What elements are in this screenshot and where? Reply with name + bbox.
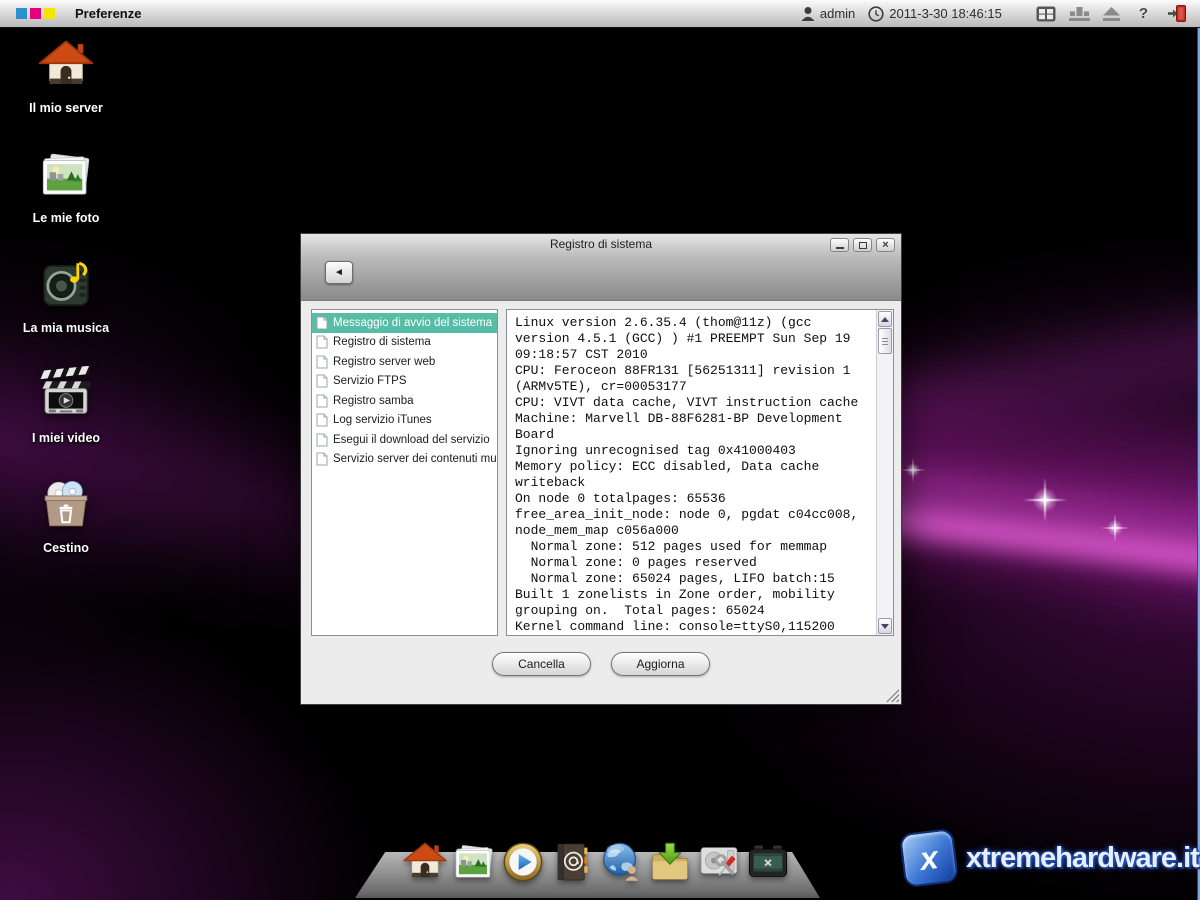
menu-preferenze[interactable]: Preferenze bbox=[75, 6, 141, 21]
scrollbar[interactable] bbox=[876, 310, 893, 635]
dock-network-icon[interactable] bbox=[598, 839, 644, 885]
watermark-text: xtremehardware.it bbox=[966, 842, 1199, 875]
logo-square-blue bbox=[16, 8, 27, 19]
document-icon bbox=[316, 335, 328, 349]
username: admin bbox=[820, 6, 855, 21]
log-list-item-boot-message[interactable]: Messaggio di avvio del sistema bbox=[312, 313, 497, 333]
log-list-item-samba-log[interactable]: Registro samba bbox=[312, 391, 497, 411]
log-list-label: Servizio server dei contenuti multimedia… bbox=[333, 453, 497, 465]
log-list-item-download-service[interactable]: Esegui il download del servizio bbox=[312, 430, 497, 450]
scroll-up-icon bbox=[881, 317, 889, 322]
scrollbar-track[interactable] bbox=[877, 354, 893, 617]
desktop-icon-my-videos[interactable]: I miei video bbox=[12, 366, 120, 476]
desktop-icon-label: I miei video bbox=[32, 431, 100, 445]
log-list-label: Registro server web bbox=[333, 356, 435, 368]
log-list-item-itunes-log[interactable]: Log servizio iTunes bbox=[312, 411, 497, 431]
window-title: Registro di sistema bbox=[301, 237, 901, 251]
desktop-icon-label: Le mie foto bbox=[33, 211, 100, 225]
system-log-window: Registro di sistema × ◄ Messaggio di avv… bbox=[300, 233, 902, 705]
dock-media-player-icon[interactable] bbox=[500, 839, 546, 885]
eject-icon[interactable] bbox=[1103, 7, 1120, 21]
log-list-item-ftps-service[interactable]: Servizio FTPS bbox=[312, 372, 497, 392]
log-list-label: Registro samba bbox=[333, 395, 414, 407]
scroll-down-button[interactable] bbox=[878, 618, 892, 634]
cancel-button[interactable]: Cancella bbox=[492, 652, 591, 676]
window-header[interactable]: Registro di sistema × ◄ bbox=[301, 234, 901, 301]
desktop-icon-my-music[interactable]: La mia musica bbox=[12, 256, 120, 366]
log-list-label: Registro di sistema bbox=[333, 336, 431, 348]
scrollbar-thumb[interactable] bbox=[878, 328, 892, 354]
dock-photos-icon[interactable] bbox=[451, 839, 497, 885]
desktop-icon-label: Cestino bbox=[43, 541, 89, 555]
document-icon bbox=[316, 413, 328, 427]
site-watermark: x xtremehardware.it bbox=[902, 831, 1199, 885]
maximize-icon bbox=[859, 242, 867, 249]
minimize-icon bbox=[836, 247, 844, 249]
apps-grid-icon[interactable] bbox=[1036, 6, 1056, 22]
maximize-button[interactable] bbox=[853, 238, 872, 252]
log-list-label: Servizio FTPS bbox=[333, 375, 407, 387]
sparkle bbox=[1023, 478, 1068, 523]
xtremehardware-logo-icon: x bbox=[899, 828, 959, 888]
document-icon bbox=[316, 316, 328, 330]
dock-media-device-icon[interactable] bbox=[745, 839, 791, 885]
desktop-icon-label: Il mio server bbox=[29, 101, 103, 115]
desktop-icon-label: La mia musica bbox=[23, 321, 109, 335]
user-indicator[interactable]: admin bbox=[801, 6, 855, 21]
document-icon bbox=[316, 452, 328, 466]
minimize-button[interactable] bbox=[830, 238, 849, 252]
desktop-icon-column: Il mio server Le mie foto La mia musica … bbox=[12, 36, 120, 586]
dock bbox=[355, 828, 820, 898]
widgets-icon[interactable] bbox=[1069, 6, 1090, 21]
trash-icon bbox=[37, 476, 95, 534]
log-content-panel: Linux version 2.6.35.4 (thom@11z) (gcc v… bbox=[506, 309, 894, 636]
sparkle bbox=[1101, 514, 1130, 543]
help-button[interactable]: ? bbox=[1133, 5, 1154, 22]
sparkle bbox=[900, 457, 925, 482]
music-icon bbox=[37, 256, 95, 314]
datetime: 2011-3-30 18:46:15 bbox=[889, 6, 1002, 21]
dock-disk-utility-icon[interactable] bbox=[696, 839, 742, 885]
document-icon bbox=[316, 355, 328, 369]
document-icon bbox=[316, 433, 328, 447]
dock-home-icon[interactable] bbox=[402, 839, 448, 885]
refresh-button[interactable]: Aggiorna bbox=[611, 652, 710, 676]
document-icon bbox=[316, 374, 328, 388]
logout-icon[interactable] bbox=[1167, 5, 1186, 22]
back-button[interactable]: ◄ bbox=[325, 261, 353, 284]
log-list-item-media-server[interactable]: Servizio server dei contenuti multimedia… bbox=[312, 450, 497, 470]
log-text: Linux version 2.6.35.4 (thom@11z) (gcc v… bbox=[507, 310, 893, 636]
videos-icon bbox=[37, 366, 95, 424]
clock-indicator: 2011-3-30 18:46:15 bbox=[868, 6, 1002, 22]
home-icon bbox=[37, 36, 95, 94]
document-icon bbox=[316, 394, 328, 408]
log-list-label: Esegui il download del servizio bbox=[333, 434, 490, 446]
dock-contacts-icon[interactable] bbox=[549, 839, 595, 885]
brand-logo bbox=[16, 8, 55, 19]
log-list-panel: Messaggio di avvio del sistema Registro … bbox=[311, 309, 498, 636]
desktop-icon-my-server[interactable]: Il mio server bbox=[12, 36, 120, 146]
scroll-down-icon bbox=[881, 624, 889, 629]
log-list-item-system-log[interactable]: Registro di sistema bbox=[312, 333, 497, 353]
log-list-label: Messaggio di avvio del sistema bbox=[333, 317, 492, 329]
close-icon: × bbox=[882, 240, 888, 250]
logo-square-magenta bbox=[30, 8, 41, 19]
clock-icon bbox=[868, 6, 884, 22]
close-button[interactable]: × bbox=[876, 238, 895, 252]
photos-icon bbox=[37, 146, 95, 204]
menubar: Preferenze admin 2011-3-30 18:46:15 bbox=[0, 0, 1200, 28]
log-list-label: Log servizio iTunes bbox=[333, 414, 432, 426]
log-list-item-web-server-log[interactable]: Registro server web bbox=[312, 352, 497, 372]
desktop-icon-my-photos[interactable]: Le mie foto bbox=[12, 146, 120, 256]
dock-downloads-icon[interactable] bbox=[647, 839, 693, 885]
scroll-up-button[interactable] bbox=[878, 311, 892, 327]
user-icon bbox=[801, 6, 815, 21]
desktop-icon-trash[interactable]: Cestino bbox=[12, 476, 120, 586]
logo-square-yellow bbox=[44, 8, 55, 19]
